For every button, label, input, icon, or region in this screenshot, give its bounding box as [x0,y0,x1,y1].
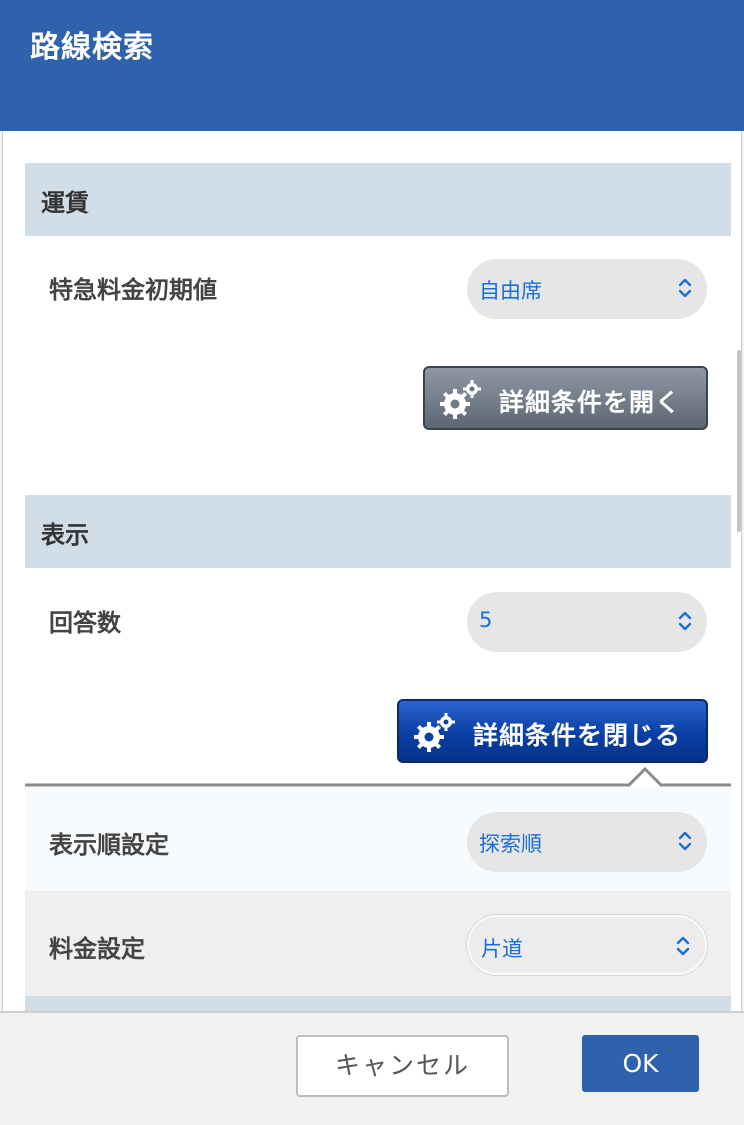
page-title: 路線検索 [30,30,154,65]
open-details-label: 詳細条件を開く [499,388,682,417]
scrollbar-thumb[interactable] [737,350,741,532]
display-order-value: 探索順 [479,832,542,856]
ok-button[interactable]: OK [582,1035,699,1092]
display-order-row: 表示順設定 探索順 [25,787,731,891]
express-fee-value: 自由席 [479,279,542,303]
chevron-up-down-icon [678,611,692,631]
open-details-button[interactable]: 詳細条件を開く [423,366,708,430]
express-fee-label: 特急料金初期値 [49,276,217,304]
settings-panel[interactable]: 運賃 特急料金初期値 自由席 詳細条件を開く 表示 回答数 5 詳細条件を閉じる… [2,131,742,1011]
fee-setting-row: 料金設定 片道 [25,891,731,996]
chevron-up-down-icon [678,831,692,851]
dialog-footer: キャンセル OK [0,1011,744,1125]
answer-count-select[interactable]: 5 [467,592,707,652]
title-bar: 路線検索 [0,0,744,131]
fee-setting-value: 片道 [481,937,523,961]
close-details-button[interactable]: 詳細条件を閉じる [397,699,708,763]
gears-icon [440,380,481,419]
fee-setting-select[interactable]: 片道 [467,915,707,975]
cancel-button[interactable]: キャンセル [296,1035,509,1097]
section-header-fare: 運賃 [25,163,731,236]
close-details-label: 詳細条件を閉じる [473,721,682,750]
section-title-display: 表示 [41,521,89,549]
gears-icon [414,713,455,752]
answer-count-label: 回答数 [49,609,121,637]
display-order-label: 表示順設定 [49,831,169,859]
next-section-header-partial [25,996,731,1011]
answer-count-value: 5 [479,608,493,632]
express-fee-select[interactable]: 自由席 [467,259,707,319]
chevron-up-down-icon [676,936,690,956]
chevron-up-down-icon [678,278,692,298]
section-header-display: 表示 [25,495,731,568]
section-title-fare: 運賃 [41,189,89,217]
fee-setting-label: 料金設定 [49,935,145,963]
display-order-select[interactable]: 探索順 [467,812,707,872]
